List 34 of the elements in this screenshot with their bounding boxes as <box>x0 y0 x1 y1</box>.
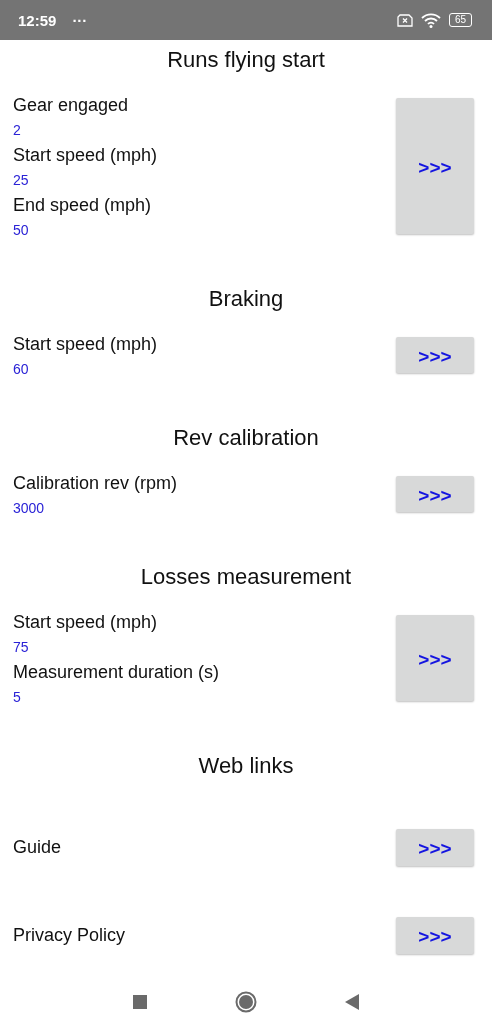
battery-indicator: 65 <box>448 13 472 27</box>
go-button[interactable]: >>> <box>396 828 474 866</box>
field-value[interactable]: 60 <box>13 357 396 381</box>
field-label: Start speed (mph) <box>13 144 159 167</box>
section-title: Braking <box>207 285 285 313</box>
field-label: Gear engaged <box>13 94 130 117</box>
wifi-icon <box>420 12 441 28</box>
go-button[interactable]: >>> <box>396 98 474 234</box>
field-value[interactable]: 5 <box>13 685 396 709</box>
notification-dots: ··· <box>72 11 88 29</box>
go-button[interactable]: >>> <box>396 916 474 954</box>
clock-time: 12:59 <box>18 11 57 29</box>
go-button[interactable]: >>> <box>396 615 474 701</box>
link-label: Guide <box>13 836 62 858</box>
section-title: Runs flying start <box>166 46 326 74</box>
field-label: Start speed (mph) <box>13 611 159 634</box>
link-label: Privacy Policy <box>13 924 126 946</box>
field-label: Start speed (mph) <box>13 333 159 356</box>
field-label: Calibration rev (rpm) <box>13 472 179 495</box>
field-value[interactable]: 3000 <box>13 496 396 520</box>
field-label: Measurement duration (s) <box>13 661 221 684</box>
section-title: Rev calibration <box>172 424 320 452</box>
field-label: End speed (mph) <box>13 194 153 217</box>
sim-off-icon <box>396 13 413 27</box>
section-title: Losses measurement <box>139 563 353 591</box>
field-value[interactable]: 50 <box>13 218 396 242</box>
field-value[interactable]: 2 <box>13 118 396 142</box>
field-value[interactable]: 75 <box>13 635 396 659</box>
field-value[interactable]: 25 <box>13 168 396 192</box>
back-icon[interactable] <box>345 994 359 1010</box>
home-icon[interactable] <box>235 991 257 1013</box>
go-button[interactable]: >>> <box>396 337 474 373</box>
section-title: Web links <box>197 752 295 780</box>
go-button[interactable]: >>> <box>396 476 474 512</box>
